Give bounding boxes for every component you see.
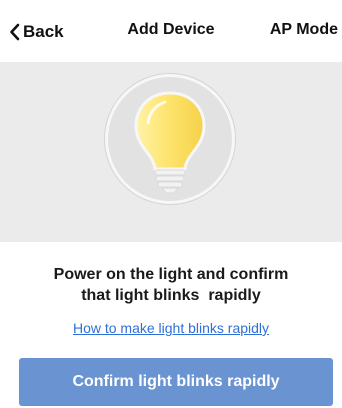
confirm-button[interactable]: Confirm light blinks rapidly [19,358,333,406]
instruction-line-1: Power on the light and confirm [53,266,289,283]
instruction-line-2: that light blinks rapidly [81,287,261,304]
navigation-bar: Back Add Device AP Mode [0,0,342,62]
back-label: Back [23,22,64,41]
illustration-area [0,62,342,242]
ap-mode-button[interactable]: AP Mode [270,21,338,39]
help-link[interactable]: How to make light blinks rapidly [0,320,342,336]
chevron-left-icon [10,23,20,41]
bulb-illustration [105,74,235,204]
light-bulb-icon [134,91,206,194]
back-button[interactable]: Back [9,19,64,45]
instruction-text: Power on the light and confirm that ligh… [20,264,322,306]
